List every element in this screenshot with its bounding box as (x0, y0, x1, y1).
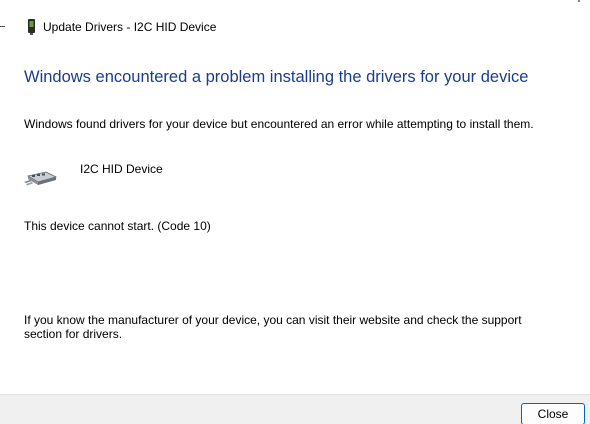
error-message: This device cannot start. (Code 10) (24, 219, 211, 233)
description-text: Windows found drivers for your device bu… (24, 117, 534, 131)
update-drivers-dialog: Update Drivers - I2C HID Device Windows … (0, 0, 590, 424)
page-title: Windows encountered a problem installing… (24, 68, 529, 86)
device-manager-icon (28, 19, 35, 35)
window-corner-mark (578, 0, 580, 2)
support-message: If you know the manufacturer of your dev… (24, 313, 522, 341)
hid-device-icon (24, 171, 58, 186)
dialog-footer: Close (0, 394, 590, 424)
window-title: Update Drivers - I2C HID Device (43, 20, 217, 34)
title-bar: Update Drivers - I2C HID Device (0, 12, 590, 42)
close-button[interactable]: Close (521, 403, 585, 424)
device-name: I2C HID Device (80, 162, 163, 176)
